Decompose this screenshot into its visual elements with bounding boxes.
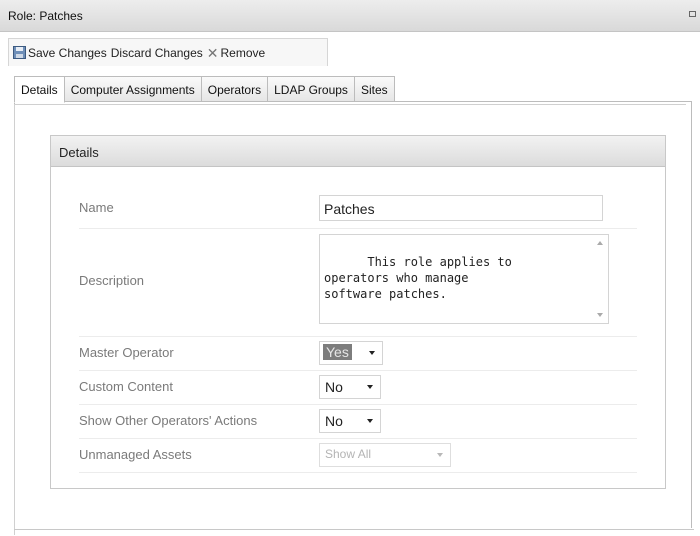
chevron-down-icon: [437, 453, 443, 457]
show-other-actions-label: Show Other Operators' Actions: [79, 413, 258, 428]
scroll-down-icon[interactable]: [597, 313, 603, 317]
panel-title: Details: [51, 136, 665, 167]
tab-sites[interactable]: Sites: [354, 76, 395, 102]
chevron-down-icon: [369, 351, 375, 355]
custom-content-value: No: [325, 379, 343, 395]
name-label: Name: [79, 200, 114, 215]
name-row: Name Patches: [79, 188, 637, 229]
master-operator-value: Yes: [323, 344, 352, 360]
window-title: Role: Patches: [8, 9, 83, 23]
tab-bar: Details Computer Assignments Operators L…: [14, 76, 395, 103]
show-other-actions-select[interactable]: No: [319, 409, 381, 433]
remove-button[interactable]: ✕ Remove: [207, 46, 265, 60]
name-field[interactable]: Patches: [319, 195, 603, 221]
divider: [14, 529, 694, 530]
unmanaged-assets-row: Unmanaged Assets Show All: [79, 438, 637, 473]
unmanaged-assets-select: Show All: [319, 443, 451, 467]
save-icon: [13, 46, 26, 59]
master-operator-select[interactable]: Yes: [319, 341, 383, 365]
tab-operators[interactable]: Operators: [201, 76, 269, 102]
maximize-icon[interactable]: [689, 11, 696, 17]
show-other-actions-value: No: [325, 413, 343, 429]
remove-label: Remove: [220, 45, 266, 60]
details-panel: Details Name Patches Description This ro…: [50, 135, 666, 489]
scroll-up-icon[interactable]: [597, 241, 603, 245]
unmanaged-assets-value: Show All: [325, 447, 372, 461]
window-titlebar: Role: Patches: [0, 0, 700, 32]
custom-content-label: Custom Content: [79, 379, 173, 394]
custom-content-row: Custom Content No: [79, 370, 637, 405]
tab-details[interactable]: Details: [14, 76, 65, 103]
master-operator-label: Master Operator: [79, 345, 174, 360]
master-operator-row: Master Operator Yes: [79, 336, 637, 371]
show-other-actions-row: Show Other Operators' Actions No: [79, 404, 637, 439]
discard-changes-button[interactable]: Discard Changes: [111, 46, 203, 60]
description-field[interactable]: This role applies to operators who manag…: [319, 234, 609, 324]
description-label: Description: [79, 273, 145, 288]
discard-changes-label: Discard Changes: [110, 45, 203, 60]
unmanaged-assets-label: Unmanaged Assets: [79, 447, 192, 462]
remove-icon: ✕: [206, 44, 219, 61]
description-row: Description This role applies to operato…: [79, 228, 637, 337]
tab-ldap-groups[interactable]: LDAP Groups: [268, 76, 355, 102]
save-changes-label: Save Changes: [28, 45, 107, 60]
chevron-down-icon: [367, 385, 373, 389]
tab-computer-assignments[interactable]: Computer Assignments: [64, 76, 202, 102]
chevron-down-icon: [367, 419, 373, 423]
save-changes-button[interactable]: Save Changes: [13, 46, 107, 60]
description-text: This role applies to operators who manag…: [324, 255, 512, 301]
toolbar: Save Changes Discard Changes ✕ Remove: [8, 38, 328, 66]
custom-content-select[interactable]: No: [319, 375, 381, 399]
